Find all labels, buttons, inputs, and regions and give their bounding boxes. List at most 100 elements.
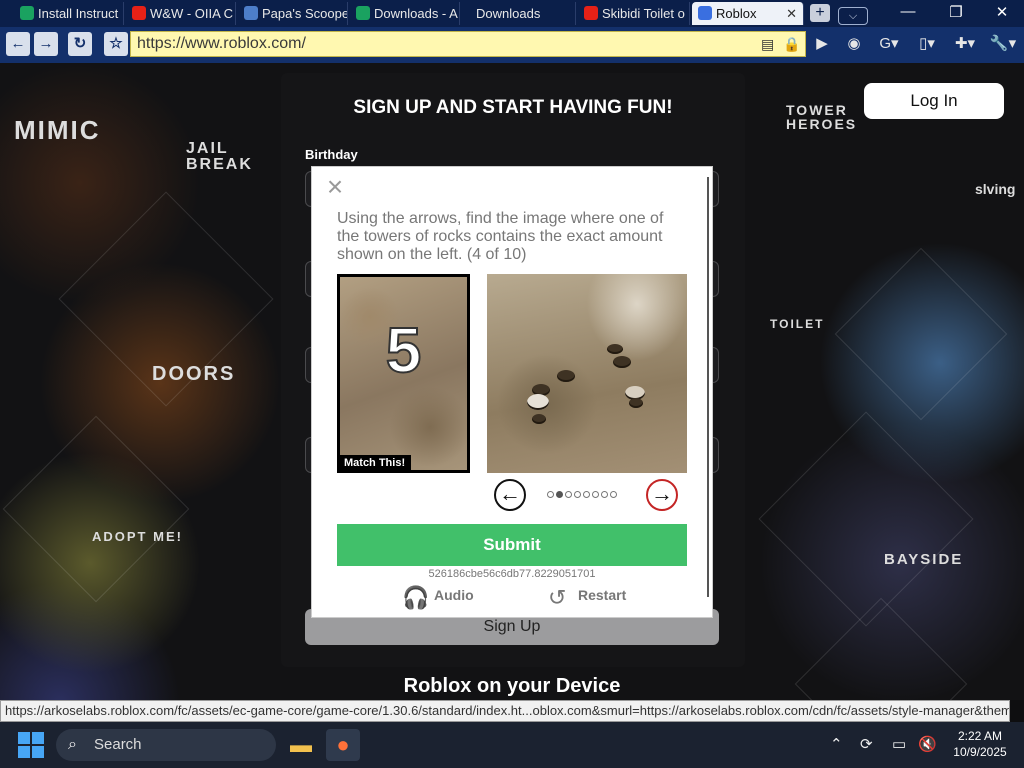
- google-search-button[interactable]: G▾: [874, 34, 904, 54]
- restart-icon[interactable]: ↺: [548, 585, 566, 611]
- clock-date: 10/9/2025: [953, 745, 1007, 759]
- start-button[interactable]: [18, 732, 44, 758]
- rock-stack-image: [629, 398, 643, 408]
- firefox-app[interactable]: ●: [326, 729, 360, 761]
- firefox-icon: ●: [336, 732, 350, 757]
- add-ons-button[interactable]: ✚▾: [950, 34, 980, 54]
- game-tile: [834, 247, 1008, 421]
- tab-label: Papa's Scoope: [262, 6, 348, 21]
- wrench-icon: 🔧▾: [989, 35, 1017, 52]
- youtube-icon: [132, 6, 146, 20]
- captcha-reference-image: 5 Match This!: [337, 274, 470, 473]
- tab-skibidi-toilet[interactable]: Skibidi Toilet o: [578, 2, 690, 25]
- page-dot: [565, 491, 572, 498]
- headphones-icon[interactable]: 🎧: [402, 585, 429, 611]
- restore-icon: ❐: [949, 4, 963, 21]
- tab-label: Install Instruct: [38, 6, 119, 21]
- captcha-page-dots: [547, 491, 627, 501]
- system-clock[interactable]: 2:22 AM 10/9/2025: [945, 728, 1015, 760]
- rock-stack-image: [557, 370, 575, 382]
- captcha-submit-button[interactable]: Submit: [337, 524, 687, 566]
- reload-icon: ↻: [73, 35, 87, 52]
- go-button[interactable]: ▶: [812, 34, 832, 54]
- arrow-left-icon: ←: [10, 35, 26, 52]
- volume-muted-icon[interactable]: 🔇: [918, 735, 937, 753]
- new-tab-button[interactable]: +: [810, 4, 830, 22]
- tab-downloads-a[interactable]: Downloads - A: [350, 2, 460, 25]
- windows-logo-icon: [18, 732, 30, 744]
- log-in-button[interactable]: Log In: [864, 83, 1004, 119]
- game-tile: [2, 415, 190, 603]
- search-icon: ⌕: [68, 736, 77, 753]
- tab-install-instruct[interactable]: Install Instruct: [14, 2, 124, 25]
- play-icon: ▶: [816, 35, 828, 52]
- bg-game-title: JAIL BREAK: [186, 140, 253, 173]
- match-this-label: Match This!: [340, 455, 412, 470]
- rock-stack-image: [607, 344, 623, 354]
- previous-image-button[interactable]: ←: [494, 479, 526, 511]
- bg-game-title: DOORS: [152, 363, 236, 385]
- windows-logo-icon: [32, 746, 44, 758]
- bg-game-title: TOWER HEROES: [786, 102, 858, 132]
- chevron-down-icon: ⌵: [848, 10, 858, 22]
- page-dot: [610, 491, 617, 498]
- signup-title: SIGN UP AND START HAVING FUN!: [353, 97, 673, 118]
- tab-label: Skibidi Toilet o: [602, 6, 685, 21]
- lock-icon[interactable]: 🔒: [783, 36, 800, 53]
- extension-button[interactable]: ◉: [844, 34, 864, 54]
- close-icon: ✕: [995, 4, 1009, 21]
- taskbar: ⌕ Search ▬ ● ⌃ ⟳ ▭ 🔇 2:22 AM 10/9/2025: [0, 722, 1024, 768]
- tools-menu-button[interactable]: 🔧▾: [988, 34, 1018, 54]
- restart-link[interactable]: Restart: [578, 587, 626, 603]
- tray-overflow-icon[interactable]: ⌃: [830, 735, 843, 753]
- reload-button[interactable]: ↻: [68, 32, 92, 56]
- star-icon: ☆: [109, 35, 123, 52]
- bg-game-title: MIMIC: [14, 115, 101, 145]
- tab-label: Downloads - A: [374, 6, 458, 21]
- close-captcha-button[interactable]: ×: [324, 173, 346, 201]
- display-icon[interactable]: ▭: [892, 735, 906, 753]
- browser-extension-icon: ◉: [847, 35, 861, 52]
- windows-logo-icon: [32, 732, 44, 744]
- restore-window-button[interactable]: ❐: [936, 3, 976, 21]
- tab-downloads[interactable]: Downloads: [462, 2, 576, 25]
- bg-game-title: BAYSIDE: [884, 551, 964, 568]
- next-image-button[interactable]: →: [646, 479, 678, 511]
- bg-game-title: TOILET: [770, 317, 825, 331]
- tab-label: W&W - OIIA C: [150, 6, 234, 21]
- tab-ww-oiia[interactable]: W&W - OIIA C: [126, 2, 236, 25]
- tab-favicon-icon: [20, 6, 34, 20]
- bg-game-title: slving: [975, 181, 1016, 197]
- captcha-choice-image: [487, 274, 687, 473]
- device-heading: Roblox on your Device: [403, 675, 621, 697]
- audio-challenge-link[interactable]: Audio: [434, 587, 474, 603]
- page-menu-button[interactable]: ▯▾: [912, 34, 942, 54]
- close-window-button[interactable]: ✕: [982, 3, 1022, 21]
- tab-roblox[interactable]: Roblox ✕: [692, 2, 804, 25]
- back-button[interactable]: ←: [6, 32, 30, 56]
- forward-button[interactable]: →: [34, 32, 58, 56]
- tab-label: Roblox: [716, 6, 757, 21]
- page-icon: ▯▾: [919, 35, 935, 52]
- reader-mode-icon[interactable]: ▤: [761, 36, 774, 53]
- file-explorer-app[interactable]: ▬: [284, 729, 318, 761]
- bookmark-button[interactable]: ☆: [104, 32, 128, 56]
- taskbar-search[interactable]: ⌕ Search: [56, 729, 276, 761]
- sync-icon[interactable]: ⟳: [860, 735, 873, 753]
- close-tab-icon[interactable]: ✕: [786, 2, 797, 25]
- tab-list-button[interactable]: ⌵: [838, 7, 868, 25]
- roblox-icon: [698, 6, 712, 20]
- windows-logo-icon: [18, 746, 30, 758]
- page-dot: [592, 491, 599, 498]
- page-dot: [601, 491, 608, 498]
- tab-papas-scoope[interactable]: Papa's Scoope: [238, 2, 348, 25]
- bg-game-title: ADOPT ME!: [92, 529, 183, 544]
- minimize-window-button[interactable]: —: [888, 3, 928, 20]
- captcha-session-id: 526186cbe56c6db77.8229051701: [428, 568, 596, 580]
- page-dot: [583, 491, 590, 498]
- address-bar[interactable]: https://www.roblox.com/ ▤ 🔒: [130, 31, 806, 57]
- youtube-icon: [584, 6, 598, 20]
- captcha-scrollbar[interactable]: [707, 177, 709, 597]
- rock-stack-image: [532, 414, 546, 424]
- status-bar-url: https://arkoselabs.roblox.com/fc/assets/…: [0, 700, 1010, 722]
